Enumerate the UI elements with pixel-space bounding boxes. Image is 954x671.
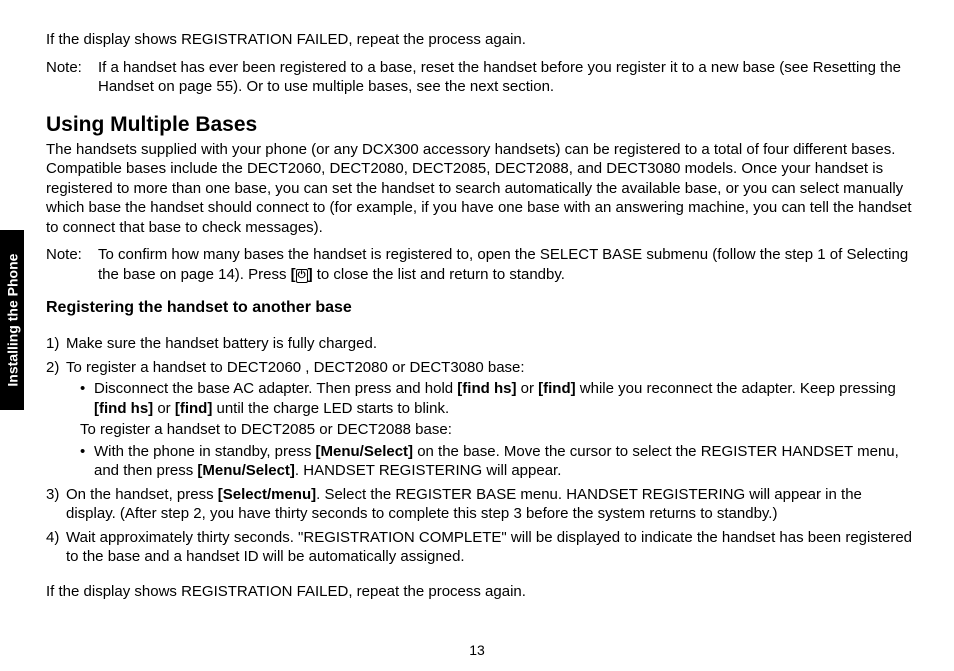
b2d: . HANDSET REGISTERING will appear. <box>295 462 561 479</box>
power-icon: ⏻ <box>296 269 308 283</box>
page-content: If the display shows REGISTRATION FAILED… <box>0 0 954 601</box>
step-2-bullets-a: Disconnect the base AC adapter. Then pre… <box>66 379 914 418</box>
step-3-number: 3) <box>46 485 59 505</box>
b1d: while you reconnect the adapter. Keep pr… <box>576 380 896 397</box>
step-2-bullets-b: With the phone in standby, press [Menu/S… <box>66 442 914 481</box>
step-2-bullet-1: Disconnect the base AC adapter. Then pre… <box>94 379 914 418</box>
heading-register-another-base: Registering the handset to another base <box>46 298 914 319</box>
note-1-text: If a handset has ever been registered to… <box>98 58 914 97</box>
page-number: 13 <box>0 641 954 659</box>
step-4-text: Wait approximately thirty seconds. "REGI… <box>66 529 912 566</box>
note-2: Note: To confirm how many bases the hand… <box>46 245 914 284</box>
note-2-text-b: to close the list and return to standby. <box>313 266 565 283</box>
key-find-1: [find] <box>538 380 575 397</box>
paragraph-reg-failed-1: If the display shows REGISTRATION FAILED… <box>46 30 914 50</box>
step-4-number: 4) <box>46 528 59 548</box>
step-2: 2) To register a handset to DECT2060 , D… <box>66 358 914 481</box>
key-menu-select-1: [Menu/Select] <box>316 443 414 460</box>
note-2-label: Note: <box>46 245 98 284</box>
b1c: or <box>516 380 538 397</box>
key-find-hs-1: [find hs] <box>457 380 516 397</box>
step-3-text-a: On the handset, press <box>66 486 218 503</box>
step-2-mid-text: To register a handset to DECT2085 or DEC… <box>66 420 914 440</box>
b1f: until the charge LED starts to blink. <box>212 400 449 417</box>
b1e: or <box>153 400 175 417</box>
paragraph-multiple-bases: The handsets supplied with your phone (o… <box>46 140 914 238</box>
b2a: With the phone in standby, press <box>94 443 316 460</box>
side-tab: Installing the Phone <box>0 230 24 410</box>
note-2-text: To confirm how many bases the handset is… <box>98 245 914 284</box>
key-find-hs-2: [find hs] <box>94 400 153 417</box>
paragraph-reg-failed-2: If the display shows REGISTRATION FAILED… <box>46 582 914 602</box>
bracket-open: [ <box>291 266 296 283</box>
step-1-text: Make sure the handset battery is fully c… <box>66 335 377 352</box>
key-select-menu: [Select/menu] <box>218 486 316 503</box>
side-tab-label: Installing the Phone <box>3 253 21 386</box>
step-2-number: 2) <box>46 358 59 378</box>
heading-multiple-bases: Using Multiple Bases <box>46 111 914 138</box>
step-2-text: To register a handset to DECT2060 , DECT… <box>66 359 525 376</box>
key-find-2: [find] <box>175 400 212 417</box>
note-1: Note: If a handset has ever been registe… <box>46 58 914 97</box>
step-1: 1) Make sure the handset battery is full… <box>66 334 914 354</box>
step-3: 3) On the handset, press [Select/menu]. … <box>66 485 914 524</box>
key-menu-select-2: [Menu/Select] <box>197 462 295 479</box>
ordered-steps: 1) Make sure the handset battery is full… <box>46 334 914 567</box>
step-2-bullet-2: With the phone in standby, press [Menu/S… <box>94 442 914 481</box>
note-1-label: Note: <box>46 58 98 97</box>
step-1-number: 1) <box>46 334 59 354</box>
step-4: 4) Wait approximately thirty seconds. "R… <box>66 528 914 567</box>
b1a: Disconnect the base AC adapter. Then pre… <box>94 380 457 397</box>
